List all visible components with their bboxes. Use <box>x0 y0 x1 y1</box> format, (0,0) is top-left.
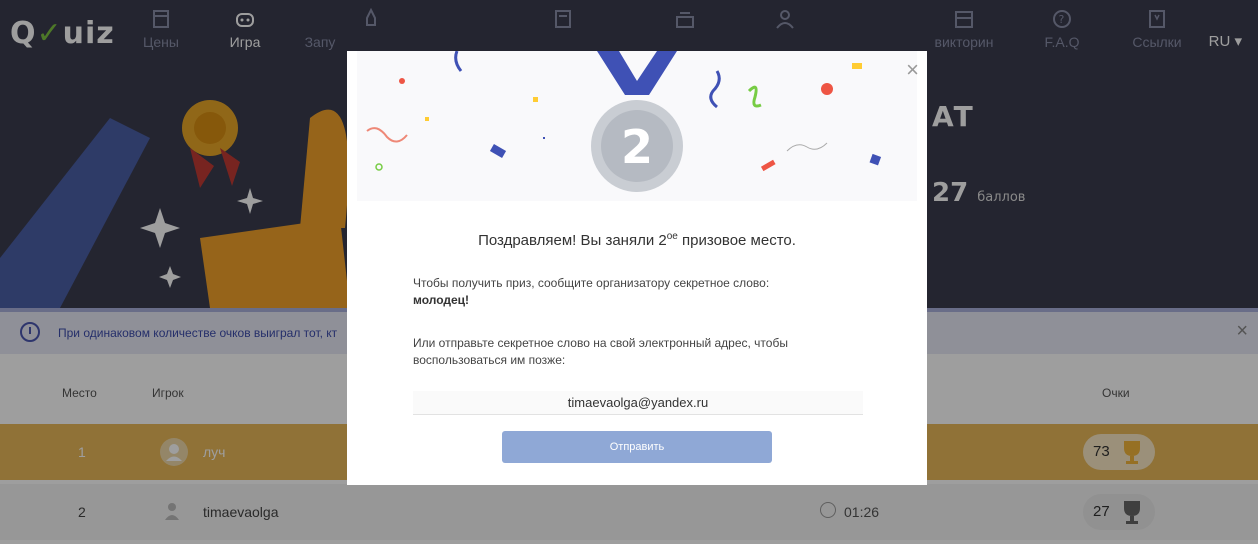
page: Q✓uiz Цены Игра Запу викторин ? F.A.Q Сс… <box>0 0 1258 544</box>
confetti-banner: 2 <box>357 51 917 201</box>
modal-instruction: Чтобы получить приз, сообщите организато… <box>413 276 770 307</box>
modal-title: Поздравляем! Вы заняли 2ое призовое мест… <box>478 231 796 249</box>
send-button[interactable]: Отправить <box>502 431 772 463</box>
medal-number: 2 <box>621 120 653 174</box>
modal-email-hint: Или отправьте секретное слово на свой эл… <box>413 336 788 367</box>
medal-illustration: 2 <box>366 51 882 192</box>
email-field[interactable] <box>413 391 863 415</box>
prize-modal: 2 × Поздравляем! Вы заняли 2ое призовое … <box>347 51 927 485</box>
secret-word: молодец! <box>413 293 470 307</box>
close-modal-button[interactable]: × <box>906 57 919 83</box>
